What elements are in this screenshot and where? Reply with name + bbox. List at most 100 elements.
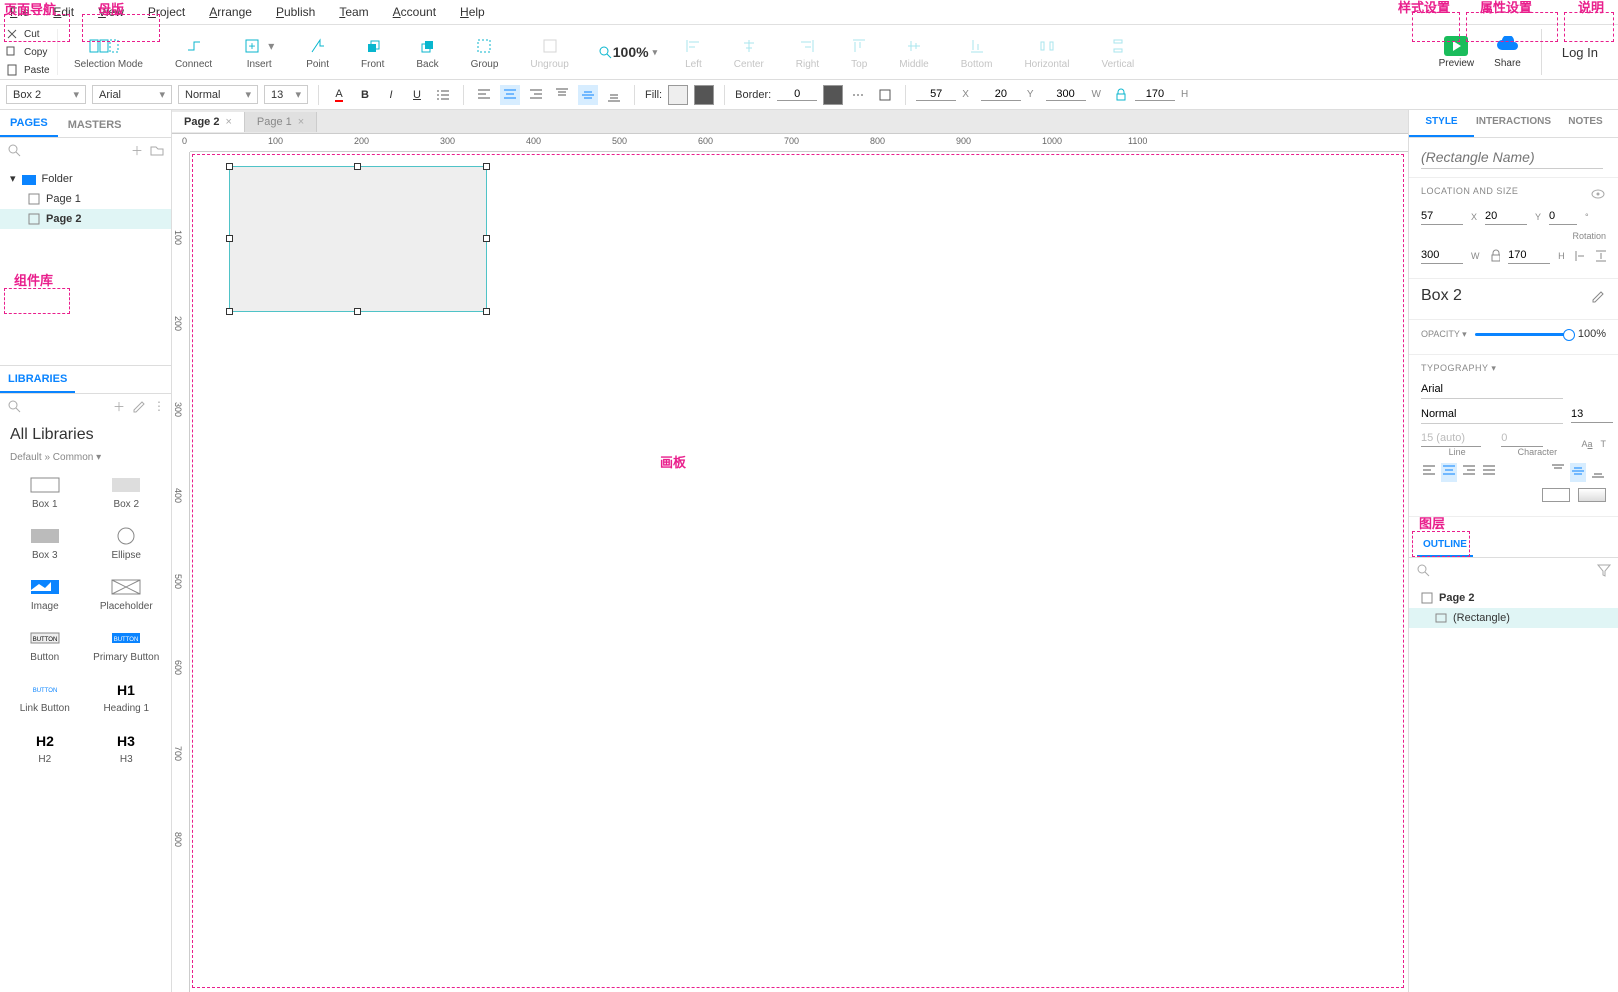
filter-icon[interactable] (1596, 562, 1612, 578)
group-button[interactable]: Group (455, 29, 515, 75)
search-icon[interactable] (6, 398, 22, 414)
lib-title[interactable]: All Libraries (0, 418, 171, 452)
widget-link-button[interactable]: BUTTONLink Button (6, 673, 84, 720)
tree-page2[interactable]: Page 2 (0, 209, 171, 229)
border-width[interactable] (777, 88, 817, 101)
panel-rot[interactable] (1549, 208, 1577, 225)
tree-folder[interactable]: ▾ Folder (0, 168, 171, 189)
zoom-control[interactable]: 100%▾ (585, 29, 669, 75)
artboard[interactable]: 画板 (190, 152, 1408, 992)
edit-style-icon[interactable] (1590, 288, 1606, 304)
w-input[interactable] (1046, 88, 1086, 101)
eye-icon[interactable] (1590, 186, 1606, 202)
text-color-icon[interactable]: A (329, 85, 349, 105)
halign-center-icon[interactable] (500, 85, 520, 105)
border-style[interactable] (849, 85, 869, 105)
widget-placeholder[interactable]: Placeholder (88, 571, 166, 618)
widget-box-1[interactable]: Box 1 (6, 469, 84, 516)
aa-icon[interactable]: Aa (1581, 439, 1592, 449)
widget-name-input[interactable] (1421, 146, 1603, 169)
widget-h3[interactable]: H3H3 (88, 724, 166, 771)
widget-button[interactable]: BUTTONButton (6, 622, 84, 669)
opacity-slider[interactable] (1475, 333, 1570, 336)
underline-icon[interactable]: U (407, 85, 427, 105)
outline-page[interactable]: Page 2 (1409, 588, 1618, 608)
more-icon[interactable]: ⋮ (153, 399, 165, 413)
insert-tool[interactable]: +▾ Insert (228, 29, 290, 75)
typo-font[interactable] (1421, 380, 1563, 399)
ta-left-icon[interactable] (1421, 463, 1437, 482)
valign-mid-icon[interactable] (578, 85, 598, 105)
tab-masters[interactable]: MASTERS (58, 113, 132, 137)
widget-h2[interactable]: H2H2 (6, 724, 84, 771)
x-input[interactable] (916, 88, 956, 101)
menu-publish[interactable]: Publish (276, 5, 315, 19)
weight-select[interactable]: Normal▾ (178, 85, 258, 104)
close-icon[interactable]: × (298, 116, 304, 128)
tab-pages[interactable]: PAGES (0, 111, 58, 137)
outline-rect[interactable]: (Rectangle) (1409, 608, 1618, 628)
panel-w[interactable] (1421, 247, 1463, 264)
bullet-icon[interactable] (433, 85, 453, 105)
tree-page1[interactable]: Page 1 (0, 189, 171, 209)
fill-more[interactable] (694, 85, 714, 105)
tab-libraries[interactable]: LIBRARIES (0, 367, 75, 393)
widget-ellipse[interactable]: Ellipse (88, 520, 166, 567)
typo-char[interactable] (1501, 430, 1543, 447)
h-input[interactable] (1135, 88, 1175, 101)
tv-top-icon[interactable] (1550, 463, 1566, 482)
ta-right-icon[interactable] (1461, 463, 1477, 482)
menu-help[interactable]: Help (460, 5, 485, 19)
t-icon[interactable]: T (1601, 439, 1607, 449)
search-icon[interactable] (1415, 562, 1431, 578)
shadow-off[interactable] (1542, 488, 1570, 502)
widget-heading-1[interactable]: H1Heading 1 (88, 673, 166, 720)
valign-top-icon[interactable] (552, 85, 572, 105)
widget-box-3[interactable]: Box 3 (6, 520, 84, 567)
copy-button[interactable]: Copy (4, 44, 53, 60)
menu-team[interactable]: Team (339, 5, 368, 19)
search-icon[interactable] (6, 142, 22, 158)
edit-icon[interactable] (131, 398, 147, 414)
paste-button[interactable]: Paste (4, 62, 53, 78)
panel-x[interactable] (1421, 208, 1463, 225)
widget-box-2[interactable]: Box 2 (88, 469, 166, 516)
connect-tool[interactable]: Connect (159, 29, 228, 75)
valign-bot-icon[interactable] (604, 85, 624, 105)
tv-mid-icon[interactable] (1570, 463, 1586, 482)
widget-select[interactable]: Box 2▾ (6, 85, 86, 104)
lock-icon[interactable] (1113, 87, 1129, 103)
menu-arrange[interactable]: Arrange (209, 5, 252, 19)
panel-h[interactable] (1508, 247, 1550, 264)
add-page-icon[interactable]: ＋ (131, 142, 143, 159)
size-select[interactable]: 13▾ (264, 85, 308, 104)
shadow-on[interactable] (1578, 488, 1606, 502)
folder-icon[interactable] (149, 142, 165, 158)
lock-icon[interactable] (1488, 248, 1501, 264)
flip-h-icon[interactable] (1573, 248, 1586, 264)
halign-right-icon[interactable] (526, 85, 546, 105)
menu-account[interactable]: Account (393, 5, 436, 19)
border-color[interactable] (823, 85, 843, 105)
canvas-tab-page1[interactable]: Page 1× (245, 112, 317, 132)
font-select[interactable]: Arial▾ (92, 85, 172, 104)
close-icon[interactable]: × (225, 116, 231, 128)
widget-primary-button[interactable]: BUTTONPrimary Button (88, 622, 166, 669)
halign-left-icon[interactable] (474, 85, 494, 105)
tab-notes[interactable]: NOTES (1553, 110, 1618, 137)
lib-category[interactable]: Default » Common ▾ (0, 452, 171, 469)
add-lib-icon[interactable]: ＋ (113, 398, 125, 415)
canvas-tab-page2[interactable]: Page 2× (172, 112, 245, 132)
front-button[interactable]: Front (345, 29, 400, 75)
y-input[interactable] (981, 88, 1021, 101)
typo-size[interactable] (1571, 406, 1613, 423)
ta-just-icon[interactable] (1481, 463, 1497, 482)
bold-icon[interactable]: B (355, 85, 375, 105)
tab-style[interactable]: STYLE (1409, 110, 1474, 137)
border-vis[interactable] (875, 85, 895, 105)
typo-weight[interactable] (1421, 405, 1563, 424)
typo-line[interactable] (1421, 430, 1481, 447)
widget-image[interactable]: Image (6, 571, 84, 618)
point-tool[interactable]: Point (290, 29, 345, 75)
italic-icon[interactable]: I (381, 85, 401, 105)
